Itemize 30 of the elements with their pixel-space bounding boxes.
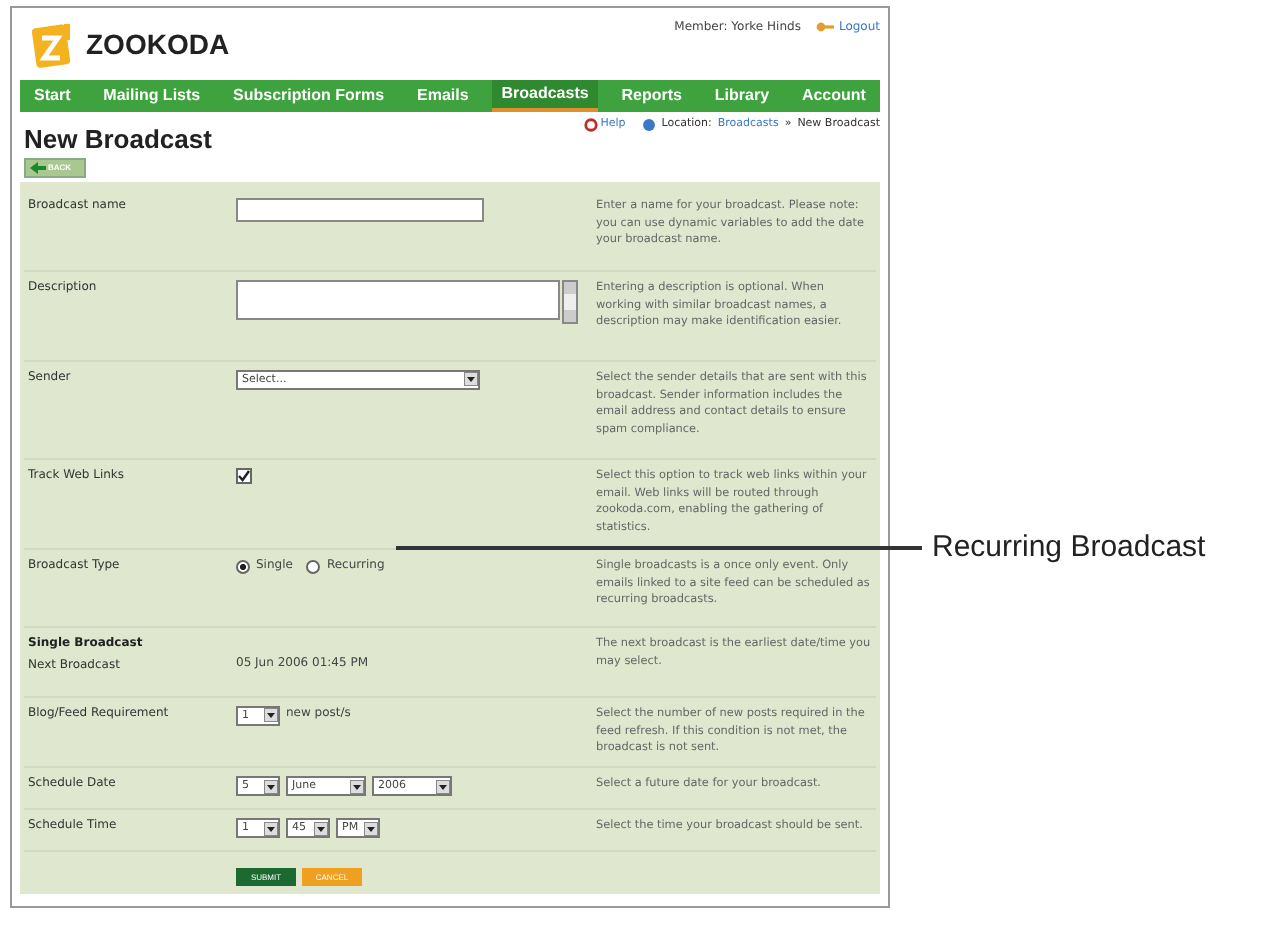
arrow-icon <box>30 161 46 174</box>
scrollbar-icon[interactable] <box>562 279 578 324</box>
dropdown-arrow-icon <box>264 779 278 793</box>
logo-text: ZOOKODA <box>86 27 230 60</box>
nav-tab[interactable]: Broadcasts <box>491 79 599 112</box>
radio-button[interactable] <box>306 559 321 574</box>
nav-tab[interactable]: Mailing Lists <box>93 79 211 112</box>
nav-tab[interactable]: Reports <box>611 79 692 112</box>
page-title: New Broadcast <box>24 123 212 154</box>
dropdown-arrow-icon <box>464 372 478 387</box>
dropdown-arrow-icon <box>264 708 278 723</box>
dropdown-arrow-icon <box>364 821 378 835</box>
checkbox[interactable] <box>236 467 252 484</box>
callout-label: Recurring Broadcast <box>932 530 1206 564</box>
help-icon <box>584 117 599 132</box>
globe-icon <box>641 117 656 132</box>
dropdown-arrow-icon <box>264 821 278 835</box>
radio-button[interactable] <box>236 559 250 574</box>
dropdown-arrow-icon <box>314 821 328 835</box>
nav-tab[interactable]: Start <box>24 79 81 112</box>
text-field[interactable] <box>236 197 484 222</box>
dropdown-arrow-icon <box>350 779 364 793</box>
logo-icon <box>32 19 76 68</box>
dropdown-arrow-icon <box>436 779 450 793</box>
key-icon <box>816 20 835 34</box>
text-area[interactable] <box>236 279 560 320</box>
nav-tab[interactable]: Subscription Forms <box>223 79 395 112</box>
nav-tab[interactable]: Library <box>704 79 780 112</box>
nav-tab[interactable]: Emails <box>407 79 479 112</box>
nav-tab[interactable]: Account <box>791 79 876 112</box>
